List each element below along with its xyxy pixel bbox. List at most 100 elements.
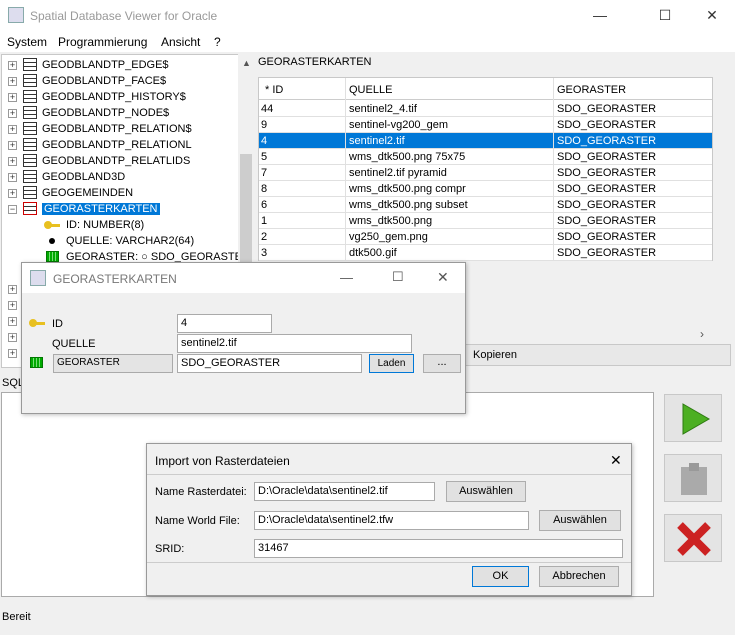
- column-header[interactable]: GEORASTER: [557, 84, 626, 96]
- table-icon: [23, 106, 37, 119]
- cancel-button[interactable]: Abbrechen: [539, 566, 619, 587]
- table-cell: 8: [261, 183, 268, 195]
- expand-icon[interactable]: +: [8, 173, 17, 182]
- tree-child[interactable]: ID: NUMBER(8): [2, 217, 242, 233]
- maximize-button[interactable]: ☐: [392, 269, 404, 285]
- table-row[interactable]: 44 sentinel2_4.tif SDO_GEORASTER: [259, 101, 712, 117]
- ok-button[interactable]: OK: [472, 566, 529, 587]
- app-icon: [30, 270, 46, 286]
- table-cell: wms_dtk500.png: [349, 215, 433, 227]
- tree-child[interactable]: QUELLE: VARCHAR2(64): [2, 233, 242, 249]
- table-cell: wms_dtk500.png 75x75: [349, 151, 466, 163]
- more-button[interactable]: ...: [423, 354, 461, 373]
- expand-icon[interactable]: +: [8, 125, 17, 134]
- table-icon: [23, 58, 37, 71]
- tree-item[interactable]: + GEODBLANDTP_NODE$: [2, 105, 242, 121]
- tree-item[interactable]: + GEODBLANDTP_RELATION$: [2, 121, 242, 137]
- tree-item[interactable]: + GEODBLANDTP_HISTORY$: [2, 89, 242, 105]
- clipboard-icon: [681, 463, 707, 495]
- data-table[interactable]: * ID QUELLE GEORASTER 44 sentinel2_4.tif S…: [258, 77, 713, 261]
- delete-icon: [677, 522, 711, 556]
- scroll-up-icon[interactable]: ▲: [242, 58, 251, 68]
- table-cell: SDO_GEORASTER: [557, 247, 657, 259]
- table-cell: wms_dtk500.png compr: [349, 183, 466, 195]
- table-row[interactable]: 2 vg250_gem.png SDO_GEORASTER: [259, 229, 712, 245]
- table-cell: dtk500.gif: [349, 247, 397, 259]
- copy-button[interactable]: Kopieren: [473, 349, 517, 361]
- expand-icon[interactable]: +: [8, 189, 17, 198]
- close-button[interactable]: ✕: [697, 4, 727, 26]
- select-world-button[interactable]: Auswählen: [539, 510, 621, 531]
- expand-icon[interactable]: +: [8, 349, 17, 358]
- table-row[interactable]: 5 wms_dtk500.png 75x75 SDO_GEORASTER: [259, 149, 712, 165]
- table-cell: SDO_GEORASTER: [557, 231, 657, 243]
- tree-item[interactable]: + GEODBLANDTP_FACE$: [2, 73, 242, 89]
- play-icon: [682, 403, 711, 435]
- run-button[interactable]: [664, 394, 722, 442]
- table-row[interactable]: 8 wms_dtk500.png compr SDO_GEORASTER: [259, 181, 712, 197]
- tree-item[interactable]: + GEODBLANDTP_RELATIONL: [2, 137, 242, 153]
- expand-icon[interactable]: +: [8, 301, 17, 310]
- collapse-icon[interactable]: −: [8, 205, 17, 214]
- table-cell: SDO_GEORASTER: [557, 183, 657, 195]
- world-file-field[interactable]: D:\Oracle\data\sentinel2.tfw: [254, 511, 529, 530]
- tree-item[interactable]: + GEODBLANDTP_RELATLIDS: [2, 153, 242, 169]
- tree-item-selected[interactable]: − GEORASTERKARTEN: [2, 201, 242, 217]
- tree-item[interactable]: + GEODBLANDTP_EDGE$: [2, 57, 242, 73]
- expand-icon[interactable]: +: [8, 109, 17, 118]
- raster-name-field[interactable]: D:\Oracle\data\sentinel2.tif: [254, 482, 435, 501]
- delete-button[interactable]: [664, 514, 722, 562]
- srid-field[interactable]: 31467: [254, 539, 623, 558]
- table-row[interactable]: 7 sentinel2.tif pyramid SDO_GEORASTER: [259, 165, 712, 181]
- select-raster-button[interactable]: Auswählen: [446, 481, 526, 502]
- menu-system[interactable]: System: [7, 35, 47, 49]
- expand-icon[interactable]: +: [8, 77, 17, 86]
- expand-icon[interactable]: +: [8, 157, 17, 166]
- table-cell: SDO_GEORASTER: [557, 119, 657, 131]
- menu-ansicht[interactable]: Ansicht: [161, 35, 200, 49]
- close-button[interactable]: ✕: [437, 269, 449, 286]
- quelle-field[interactable]: sentinel2.tif: [177, 334, 412, 353]
- minimize-button[interactable]: —: [340, 270, 353, 285]
- id-field[interactable]: 4: [177, 314, 272, 333]
- table-row[interactable]: 3 dtk500.gif SDO_GEORASTER: [259, 245, 712, 261]
- maximize-button[interactable]: ☐: [650, 4, 680, 26]
- load-button[interactable]: Laden: [369, 354, 414, 373]
- status-bar: Bereit: [2, 611, 31, 623]
- import-dialog: Import von Rasterdateien ✕ Name Rasterda…: [146, 443, 632, 596]
- app-icon: [8, 7, 24, 23]
- table-icon: [23, 186, 37, 199]
- grid-scroll-right-icon[interactable]: ›: [700, 327, 704, 341]
- table-cell: sentinel2.tif pyramid: [349, 167, 447, 179]
- tree-item[interactable]: + GEOGEMEINDEN: [2, 185, 242, 201]
- table-icon: [23, 90, 37, 103]
- expand-icon[interactable]: +: [8, 317, 17, 326]
- scroll-thumb[interactable]: [240, 154, 252, 274]
- expand-icon[interactable]: +: [8, 333, 17, 342]
- clipboard-button[interactable]: [664, 454, 722, 502]
- column-header[interactable]: QUELLE: [349, 84, 392, 96]
- table-icon: [23, 122, 37, 135]
- grid-title: GEORASTERKARTEN: [258, 56, 372, 68]
- expand-icon[interactable]: +: [8, 141, 17, 150]
- tree-item[interactable]: + GEODBLAND3D: [2, 169, 242, 185]
- expand-icon[interactable]: +: [8, 61, 17, 70]
- record-editor-dialog: GEORASTERKARTEN — ☐ ✕ ID 4 QUELLE sentin…: [21, 262, 466, 414]
- menu-programmierung[interactable]: Programmierung: [58, 35, 147, 49]
- close-button[interactable]: ✕: [610, 452, 622, 469]
- table-icon: [23, 202, 37, 215]
- table-cell: 4: [261, 135, 268, 147]
- menu-help[interactable]: ?: [214, 35, 221, 49]
- table-cell: SDO_GEORASTER: [557, 135, 657, 147]
- table-row[interactable]: 1 wms_dtk500.png SDO_GEORASTER: [259, 213, 712, 229]
- table-cell: SDO_GEORASTER: [557, 167, 657, 179]
- expand-icon[interactable]: +: [8, 285, 17, 294]
- table-row[interactable]: 4 sentinel2.tif SDO_GEORASTER: [259, 133, 712, 149]
- expand-icon[interactable]: +: [8, 93, 17, 102]
- title-bar: Spatial Database Viewer for Oracle — ☐ ✕: [0, 0, 735, 32]
- table-row[interactable]: 6 wms_dtk500.png subset SDO_GEORASTER: [259, 197, 712, 213]
- table-row[interactable]: 9 sentinel-vg200_gem SDO_GEORASTER: [259, 117, 712, 133]
- minimize-button[interactable]: —: [585, 4, 615, 26]
- georaster-field[interactable]: SDO_GEORASTER: [177, 354, 362, 373]
- column-header[interactable]: * ID: [265, 84, 283, 96]
